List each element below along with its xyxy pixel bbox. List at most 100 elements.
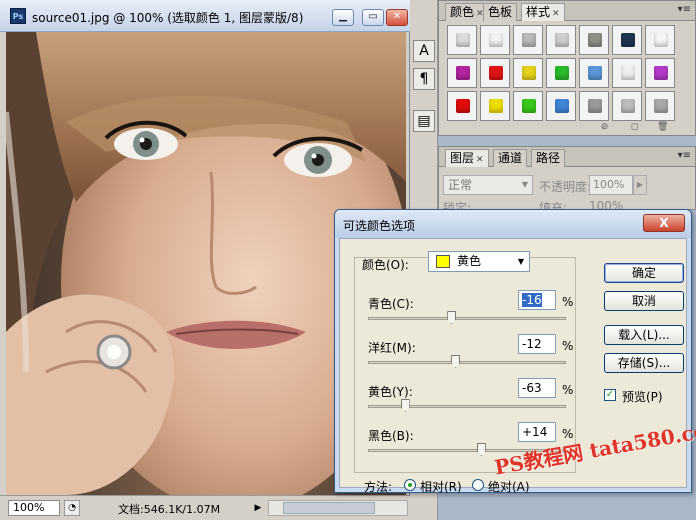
absolute-label: 绝对(A) xyxy=(488,480,530,494)
cyan-track[interactable] xyxy=(368,317,566,320)
dialog-title: 可选颜色选项 xyxy=(343,219,416,233)
yellow-input[interactable]: -63 xyxy=(518,378,556,398)
style-swatch-preview xyxy=(621,33,635,47)
style-swatch[interactable] xyxy=(645,58,675,88)
style-swatch-preview xyxy=(555,33,569,47)
style-swatch[interactable] xyxy=(447,25,477,55)
style-swatch-preview xyxy=(522,99,536,113)
style-swatch[interactable] xyxy=(645,91,675,121)
style-swatch[interactable] xyxy=(513,91,543,121)
layers-panel-tabs: 图层 ✕ 通道 路径 ▾≡ xyxy=(439,147,695,167)
colors-select[interactable]: 黄色 ▼ xyxy=(428,251,530,272)
style-swatch[interactable] xyxy=(447,91,477,121)
scrollbar-thumb[interactable] xyxy=(283,502,375,514)
magenta-label: 洋红(M): xyxy=(368,341,416,355)
preview-label: 预览(P) xyxy=(622,390,663,404)
style-swatch[interactable] xyxy=(612,91,642,121)
document-titlebar[interactable]: Ps source01.jpg @ 100% (选取颜色 1, 图层蒙版/8) … xyxy=(0,0,410,32)
load-button[interactable]: 载入(L)... xyxy=(604,325,684,345)
opacity-slider-button[interactable]: ▶ xyxy=(633,175,647,195)
magenta-input[interactable]: -12 xyxy=(518,334,556,354)
minimize-button[interactable]: ▁ xyxy=(332,9,354,26)
cyan-input[interactable]: -16 xyxy=(518,290,556,310)
yellow-label: 黄色(Y): xyxy=(368,385,413,399)
cyan-label: 青色(C): xyxy=(368,297,414,311)
ok-button[interactable]: 确定 xyxy=(604,263,684,283)
style-swatch[interactable] xyxy=(513,58,543,88)
style-swatch-preview xyxy=(654,66,668,80)
chevron-down-icon: ▼ xyxy=(517,257,524,266)
horizontal-scrollbar[interactable] xyxy=(268,500,408,516)
color-chip xyxy=(436,255,450,268)
style-swatch[interactable] xyxy=(546,25,576,55)
style-swatch-preview xyxy=(456,33,470,47)
magenta-slider-thumb[interactable] xyxy=(451,355,461,368)
dialog-titlebar[interactable]: 可选颜色选项 X xyxy=(335,210,691,238)
colors-label: 颜色(O): xyxy=(362,258,409,272)
style-swatch[interactable] xyxy=(546,58,576,88)
cyan-slider-thumb[interactable] xyxy=(447,311,457,324)
absolute-radio[interactable] xyxy=(472,479,484,491)
style-swatch-preview xyxy=(522,33,536,47)
panel-menu-icon[interactable]: ▾≡ xyxy=(678,150,691,161)
yellow-slider-thumb[interactable] xyxy=(400,399,410,412)
panel-menu-icon[interactable]: ▾≡ xyxy=(678,4,691,15)
cancel-button[interactable]: 取消 xyxy=(604,291,684,311)
style-swatch-preview xyxy=(522,66,536,80)
layers-panel: 图层 ✕ 通道 路径 ▾≡ 正常 ▼ 不透明度: 100% ▶ 锁定: 填充: 10… xyxy=(438,146,696,215)
tab-channels[interactable]: 通道 xyxy=(493,149,528,167)
zoom-icon[interactable]: ◔ xyxy=(64,500,80,516)
tab-color-label: 颜色 xyxy=(450,5,475,19)
close-button[interactable]: ✕ xyxy=(386,9,408,26)
style-swatch[interactable] xyxy=(612,25,642,55)
tab-close-icon[interactable]: ✕ xyxy=(552,9,560,19)
style-swatch-preview xyxy=(588,33,602,47)
style-swatch[interactable] xyxy=(645,25,675,55)
relative-radio[interactable] xyxy=(404,479,416,491)
save-button[interactable]: 存储(S)... xyxy=(604,353,684,373)
style-swatch[interactable] xyxy=(447,58,477,88)
style-swatch-preview xyxy=(489,66,503,80)
style-swatch[interactable] xyxy=(579,25,609,55)
style-swatch[interactable] xyxy=(480,25,510,55)
dialog-close-button[interactable]: X xyxy=(643,214,685,232)
style-swatch[interactable] xyxy=(513,25,543,55)
tab-styles[interactable]: 样式 ✕ xyxy=(521,3,565,21)
black-slider-thumb[interactable] xyxy=(476,443,486,456)
clear-style-icon[interactable]: ⊘ xyxy=(599,122,610,133)
style-swatch[interactable] xyxy=(579,58,609,88)
style-swatch[interactable] xyxy=(480,91,510,121)
style-swatch-preview xyxy=(588,99,602,113)
style-swatch[interactable] xyxy=(612,58,642,88)
zoom-field[interactable]: 100% xyxy=(8,500,60,516)
notes-icon[interactable]: ▤ xyxy=(413,110,435,132)
new-style-icon[interactable]: ◻ xyxy=(629,122,640,133)
magenta-track[interactable] xyxy=(368,361,566,364)
style-swatch-preview xyxy=(555,66,569,80)
tab-swatches[interactable]: 色板 xyxy=(483,3,518,21)
style-swatch-preview xyxy=(654,33,668,47)
opacity-field[interactable]: 100% xyxy=(589,175,633,195)
chevron-down-icon: ▼ xyxy=(521,180,529,189)
style-swatch[interactable] xyxy=(546,91,576,121)
slider-magenta: 洋红(M): -12 % xyxy=(340,334,578,383)
delete-style-icon[interactable]: 🗑 xyxy=(657,122,668,133)
maximize-button[interactable]: ▭ xyxy=(362,9,384,26)
method-row: 方法: 相对(R) 绝对(A) xyxy=(364,478,530,495)
black-input[interactable]: +14 xyxy=(518,422,556,442)
character-icon[interactable]: A xyxy=(413,40,435,62)
blend-mode-value: 正常 xyxy=(448,178,473,192)
tab-paths[interactable]: 路径 xyxy=(531,149,566,167)
blend-mode-select[interactable]: 正常 ▼ xyxy=(443,175,533,195)
yellow-track[interactable] xyxy=(368,405,566,408)
photoshop-icon: Ps xyxy=(10,8,26,24)
paragraph-icon[interactable]: ¶ xyxy=(413,68,435,90)
magenta-input-value: -12 xyxy=(522,337,542,351)
tab-channels-label: 通道 xyxy=(498,151,523,165)
style-swatch[interactable] xyxy=(480,58,510,88)
tab-layers[interactable]: 图层 ✕ xyxy=(445,149,489,167)
black-input-value: +14 xyxy=(522,425,548,439)
style-swatch[interactable] xyxy=(579,91,609,121)
tab-close-icon[interactable]: ✕ xyxy=(476,155,484,165)
info-menu-arrow-icon[interactable]: ▶ xyxy=(252,500,264,516)
